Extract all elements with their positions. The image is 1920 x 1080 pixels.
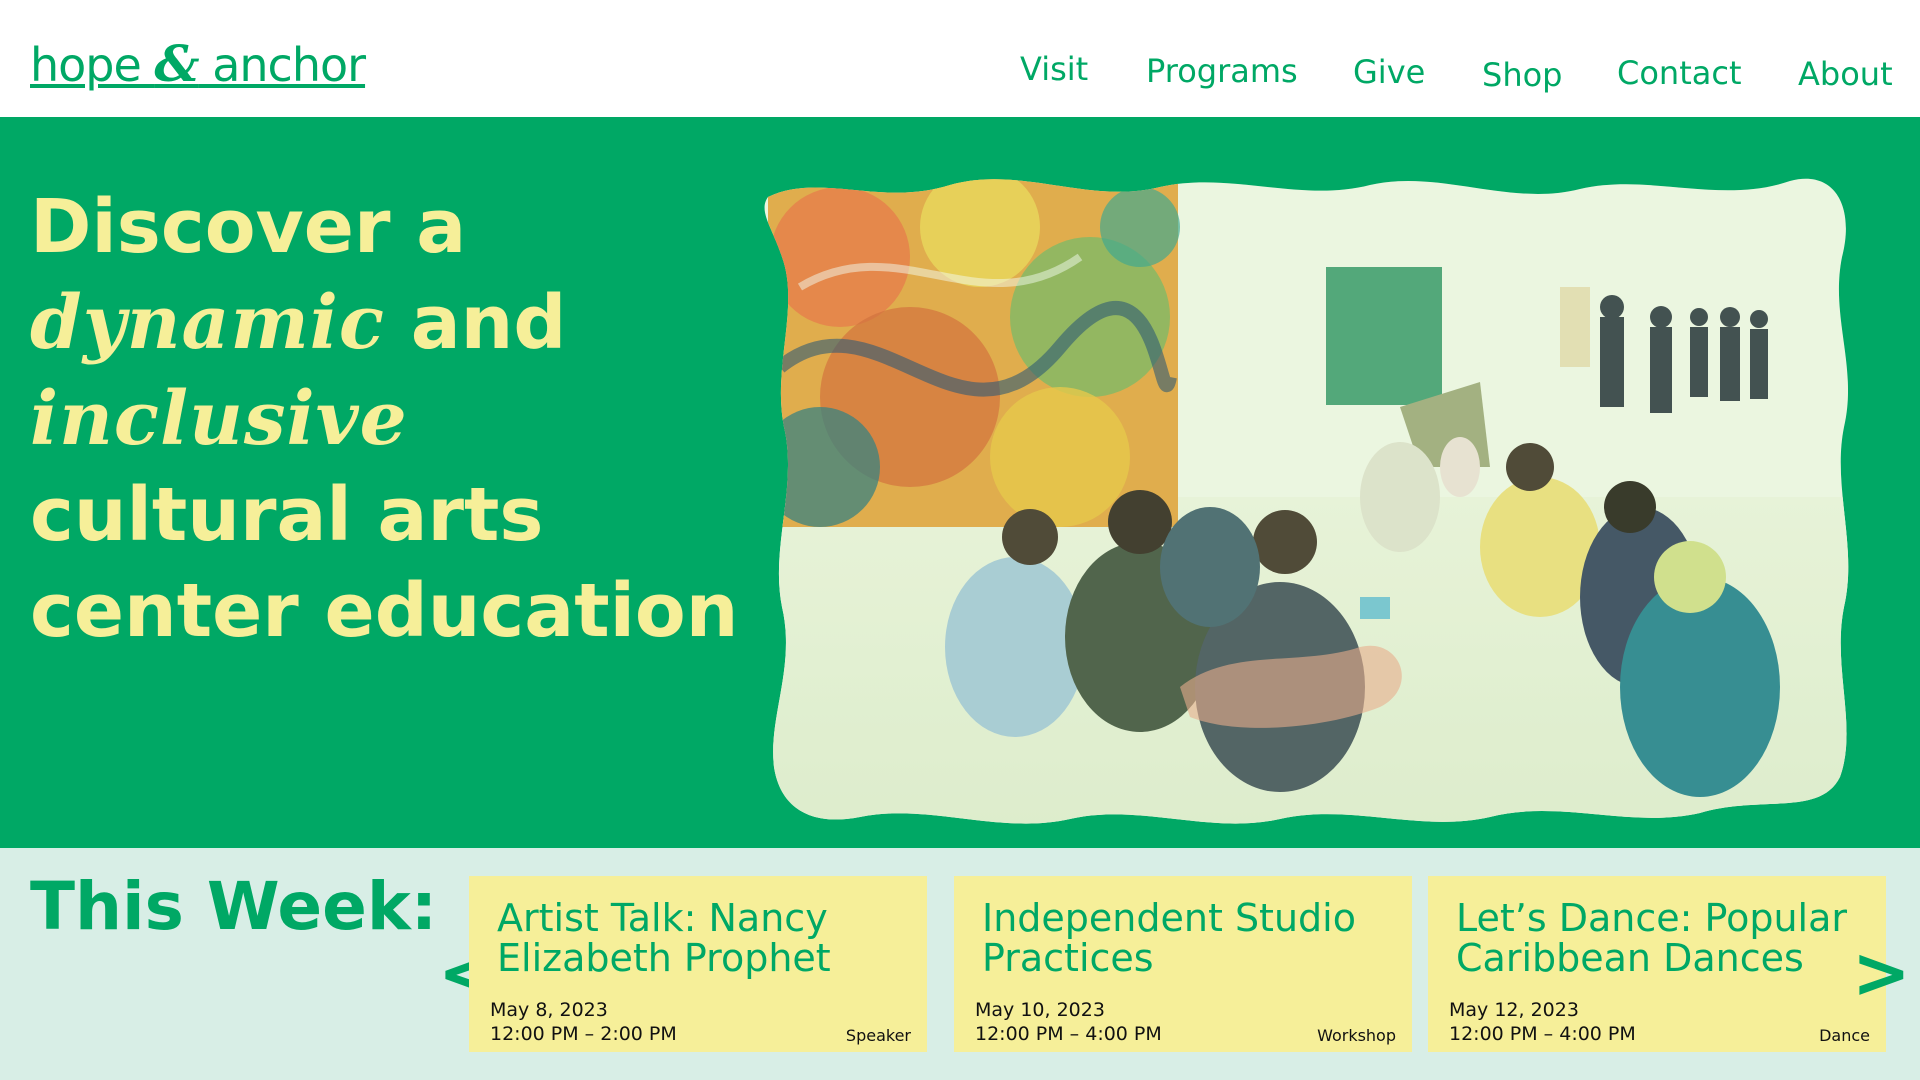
event-date: May 12, 2023 [1449,999,1579,1021]
hero-line-1: Discover a [30,184,467,270]
nav-item-shop[interactable]: Shop [1482,56,1562,94]
event-date: May 8, 2023 [490,999,608,1021]
nav-item-about[interactable]: About [1798,55,1893,93]
main-nav: Visit Programs Give Shop Contact About [0,0,1920,117]
this-week-title: This Week: [30,868,438,945]
nav-item-programs[interactable]: Programs [1146,52,1298,90]
hero-section: Discover a dynamic and inclusive cultura… [0,117,1920,848]
event-title: Let’s Dance: Popular Caribbean Dances [1456,896,1848,980]
hero-word-inclusive: inclusive [30,376,408,462]
event-title: Independent Studio Practices [982,896,1356,980]
event-time: 12:00 PM – 4:00 PM [1449,1023,1636,1045]
nav-item-visit[interactable]: Visit [1020,50,1088,88]
hero-headline: Discover a dynamic and inclusive cultura… [30,179,750,659]
event-time: 12:00 PM – 2:00 PM [490,1023,677,1045]
hero-line-5: center education [30,568,739,654]
event-time: 12:00 PM – 4:00 PM [975,1023,1162,1045]
nav-item-contact[interactable]: Contact [1617,54,1742,92]
hero-line-2: dynamic and [30,275,750,371]
event-category: Speaker [845,1026,911,1045]
event-category: Dance [1819,1026,1870,1045]
this-week-section: This Week: < Artist Talk: Nancy Elizabet… [0,848,1920,1080]
event-title: Artist Talk: Nancy Elizabeth Prophet [497,896,831,980]
hero-line-4: cultural arts [30,472,544,558]
site-header: hope & anchor Visit Programs Give Shop C… [0,0,1920,117]
nav-item-give[interactable]: Give [1353,53,1425,91]
hero-photo [760,167,1860,827]
event-card[interactable]: Artist Talk: Nancy Elizabeth Prophet May… [469,876,927,1052]
hero-word-and: and [384,280,567,366]
event-date: May 10, 2023 [975,999,1105,1021]
event-card[interactable]: Let’s Dance: Popular Caribbean Dances Ma… [1428,876,1886,1052]
hero-word-dynamic: dynamic [30,280,385,366]
chevron-right-icon[interactable]: > [1852,938,1911,1008]
event-card[interactable]: Independent Studio Practices May 10, 202… [954,876,1412,1052]
event-category: Workshop [1317,1026,1396,1045]
